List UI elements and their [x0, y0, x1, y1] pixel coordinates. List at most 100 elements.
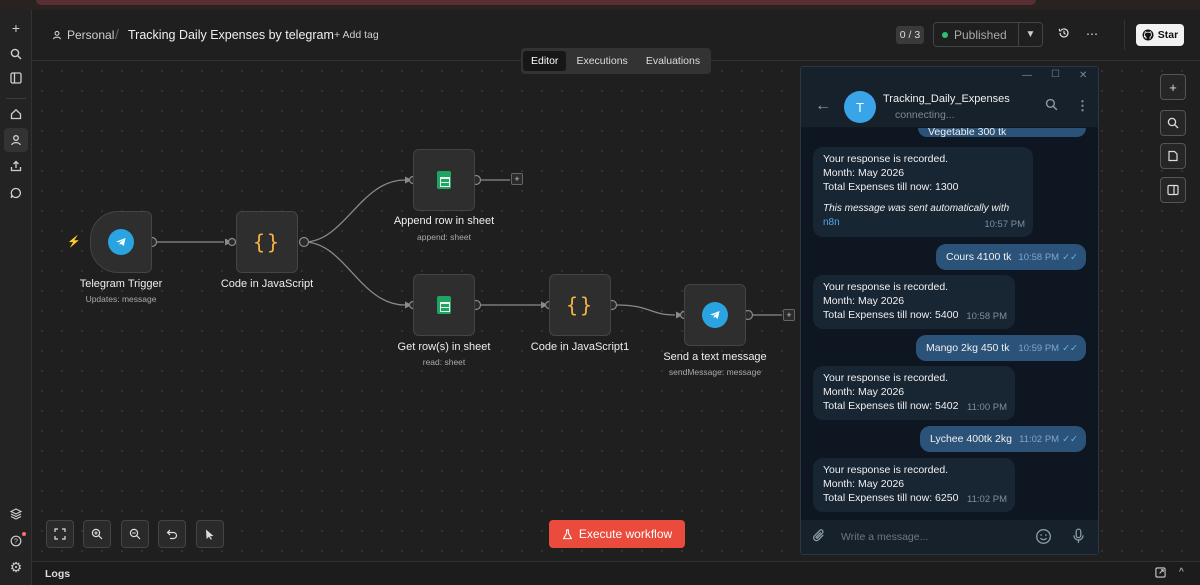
- chevron-down-icon[interactable]: ▼: [1018, 23, 1042, 46]
- message-line: Your response is recorded.: [823, 372, 949, 384]
- time-text: 11:02 PM: [1019, 434, 1060, 445]
- toggle-panel-icon[interactable]: [1160, 177, 1186, 203]
- time-text: 10:58 PM: [1018, 252, 1060, 263]
- auto-note: This message was sent automatically with: [823, 203, 1010, 214]
- share-icon[interactable]: [4, 154, 28, 178]
- fit-view-icon[interactable]: [46, 520, 74, 548]
- node-code-javascript[interactable]: {}: [236, 211, 298, 273]
- node-append-row-sheet[interactable]: [413, 149, 475, 211]
- logs-panel-bar[interactable]: Logs ^: [32, 561, 1200, 585]
- outgoing-message[interactable]: Cours 4100 tk 10:58 PM ✓✓: [936, 244, 1086, 270]
- popout-icon[interactable]: [1155, 567, 1166, 581]
- node-send-text-message[interactable]: [684, 284, 746, 346]
- maximize-icon[interactable]: ☐: [1051, 69, 1060, 80]
- time-text: 11:00 PM: [967, 402, 1007, 413]
- user-icon[interactable]: [4, 128, 28, 152]
- node-telegram-trigger[interactable]: [90, 211, 152, 273]
- time-text: 10:58 PM: [966, 311, 1007, 322]
- zoom-out-icon[interactable]: [121, 520, 149, 548]
- code-braces-icon: {}: [565, 293, 595, 317]
- time-text: 11:02 PM: [967, 494, 1007, 505]
- execute-workflow-button[interactable]: Execute workflow: [549, 520, 685, 548]
- breadcrumb-project[interactable]: Personal: [52, 28, 114, 42]
- message-composer: Write a message...: [801, 519, 1098, 554]
- history-icon[interactable]: [1058, 27, 1070, 42]
- message-timestamp: 11:02 PM ✓✓: [1019, 433, 1078, 447]
- more-options-icon[interactable]: ⋯: [1086, 27, 1098, 41]
- message-line: Month: May 2026: [823, 478, 905, 490]
- chat-icon[interactable]: [4, 181, 28, 205]
- workflow-title[interactable]: Tracking Daily Expenses by telegram: [128, 28, 334, 42]
- github-star-button[interactable]: Star: [1136, 24, 1184, 46]
- templates-icon[interactable]: [4, 502, 28, 526]
- google-sheets-icon: [437, 296, 451, 314]
- help-icon[interactable]: ?: [4, 529, 28, 553]
- time-text: 10:57 PM: [1018, 128, 1059, 130]
- message-text: Lychee 400tk 2kg: [930, 433, 1012, 445]
- time-text: 10:59 PM: [1018, 343, 1060, 354]
- message-timestamp: 10:59 PM ✓✓: [1018, 342, 1078, 356]
- panel-toggle-icon[interactable]: [4, 66, 28, 90]
- message-text: Cours 4100 tk: [946, 251, 1012, 263]
- avatar[interactable]: T: [844, 91, 876, 123]
- flask-icon: [562, 528, 573, 539]
- close-icon[interactable]: ✕: [1079, 70, 1087, 81]
- message-list[interactable]: Vegetable 300 tk10:57 PM✓✓ Your response …: [801, 128, 1098, 519]
- search-icon[interactable]: [4, 42, 28, 66]
- incoming-message[interactable]: Your response is recorded. Month: May 202…: [813, 147, 1033, 237]
- node-label: Append row in sheet: [393, 215, 495, 227]
- add-node-button[interactable]: +: [1160, 74, 1186, 100]
- outgoing-message[interactable]: Lychee 400tk 2kg 11:02 PM ✓✓: [920, 426, 1086, 452]
- telegram-icon: [108, 229, 134, 255]
- node-get-rows-sheet[interactable]: [413, 274, 475, 336]
- published-dropdown[interactable]: Published ▼: [933, 22, 1043, 47]
- browser-tab-strip: [0, 0, 1200, 10]
- message-line: Your response is recorded.: [823, 464, 949, 476]
- tab-executions[interactable]: Executions: [568, 51, 635, 71]
- minimize-icon[interactable]: —: [1022, 70, 1032, 81]
- tab-evaluations[interactable]: Evaluations: [638, 51, 708, 71]
- sticky-note-icon[interactable]: [1160, 143, 1186, 169]
- add-tag-button[interactable]: + Add tag: [334, 29, 379, 41]
- outgoing-message[interactable]: Mango 2kg 450 tk 10:59 PM ✓✓: [916, 335, 1086, 361]
- header-divider: [1124, 20, 1125, 50]
- zoom-in-icon[interactable]: [83, 520, 111, 548]
- message-timestamp: 10:58 PM ✓✓: [1018, 251, 1078, 265]
- node-label: Telegram Trigger: [79, 278, 163, 290]
- view-tabs: Editor Executions Evaluations: [521, 48, 711, 74]
- search-icon[interactable]: [1045, 98, 1058, 114]
- search-nodes-icon[interactable]: [1160, 110, 1186, 136]
- chat-status: connecting...: [895, 109, 955, 121]
- node-code-javascript1[interactable]: {}: [549, 274, 611, 336]
- kebab-menu-icon[interactable]: ⋮: [1076, 98, 1089, 114]
- home-icon[interactable]: [4, 102, 28, 126]
- outgoing-message[interactable]: Vegetable 300 tk 10:57 PM✓✓: [918, 128, 1086, 138]
- tidy-up-icon[interactable]: [196, 520, 224, 548]
- undo-icon[interactable]: [158, 520, 186, 548]
- message-timestamp: 10:58 PM: [966, 310, 1007, 324]
- browser-tab-bar: [36, 0, 1036, 5]
- trigger-bolt-icon: ⚡: [67, 236, 81, 248]
- message-line: Your response is recorded.: [823, 281, 949, 293]
- settings-gear-icon[interactable]: ⚙: [4, 555, 28, 579]
- emoji-icon[interactable]: [1035, 528, 1052, 549]
- paperclip-icon[interactable]: [812, 528, 827, 547]
- add-node-plus-icon[interactable]: +: [783, 309, 795, 321]
- incoming-message[interactable]: Your response is recorded. Month: May 202…: [813, 458, 1015, 512]
- incoming-message[interactable]: Your response is recorded. Month: May 202…: [813, 275, 1015, 329]
- n8n-link[interactable]: n8n: [823, 217, 840, 228]
- message-line: Month: May 2026: [823, 167, 905, 179]
- message-timestamp: 10:57 PM: [984, 218, 1025, 232]
- back-arrow-icon[interactable]: ←: [815, 97, 831, 115]
- node-subtitle: append: sheet: [417, 232, 471, 242]
- github-icon: [1142, 29, 1154, 41]
- chat-name[interactable]: Tracking_Daily_Expenses: [883, 93, 1010, 105]
- microphone-icon[interactable]: [1071, 528, 1086, 548]
- incoming-message[interactable]: Your response is recorded. Month: May 202…: [813, 366, 1015, 420]
- plus-icon[interactable]: +: [4, 16, 28, 40]
- add-node-plus-icon[interactable]: +: [511, 173, 523, 185]
- tab-editor[interactable]: Editor: [523, 51, 567, 71]
- counter-badge: 0 / 3: [896, 26, 924, 44]
- chevron-up-icon[interactable]: ^: [1179, 567, 1184, 578]
- message-input[interactable]: Write a message...: [841, 531, 928, 543]
